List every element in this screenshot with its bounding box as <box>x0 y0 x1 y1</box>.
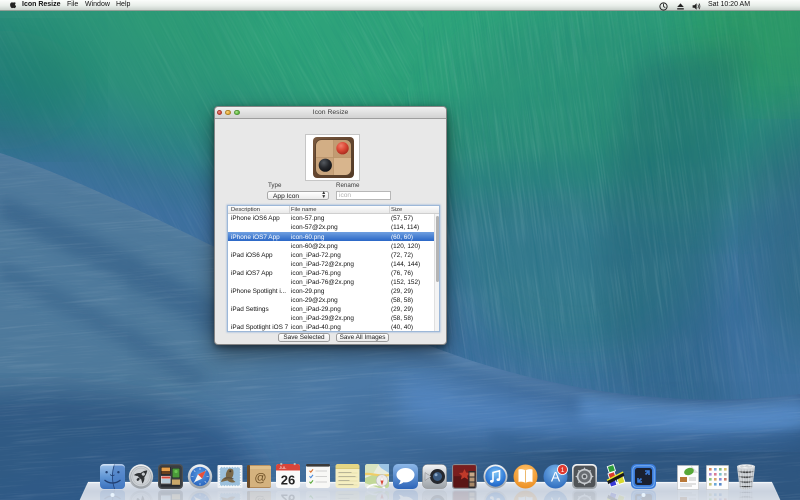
svg-text:1: 1 <box>561 467 565 474</box>
svg-text:26: 26 <box>281 473 295 488</box>
svg-text:JUL: JUL <box>279 465 287 470</box>
svg-text:@: @ <box>254 471 266 485</box>
